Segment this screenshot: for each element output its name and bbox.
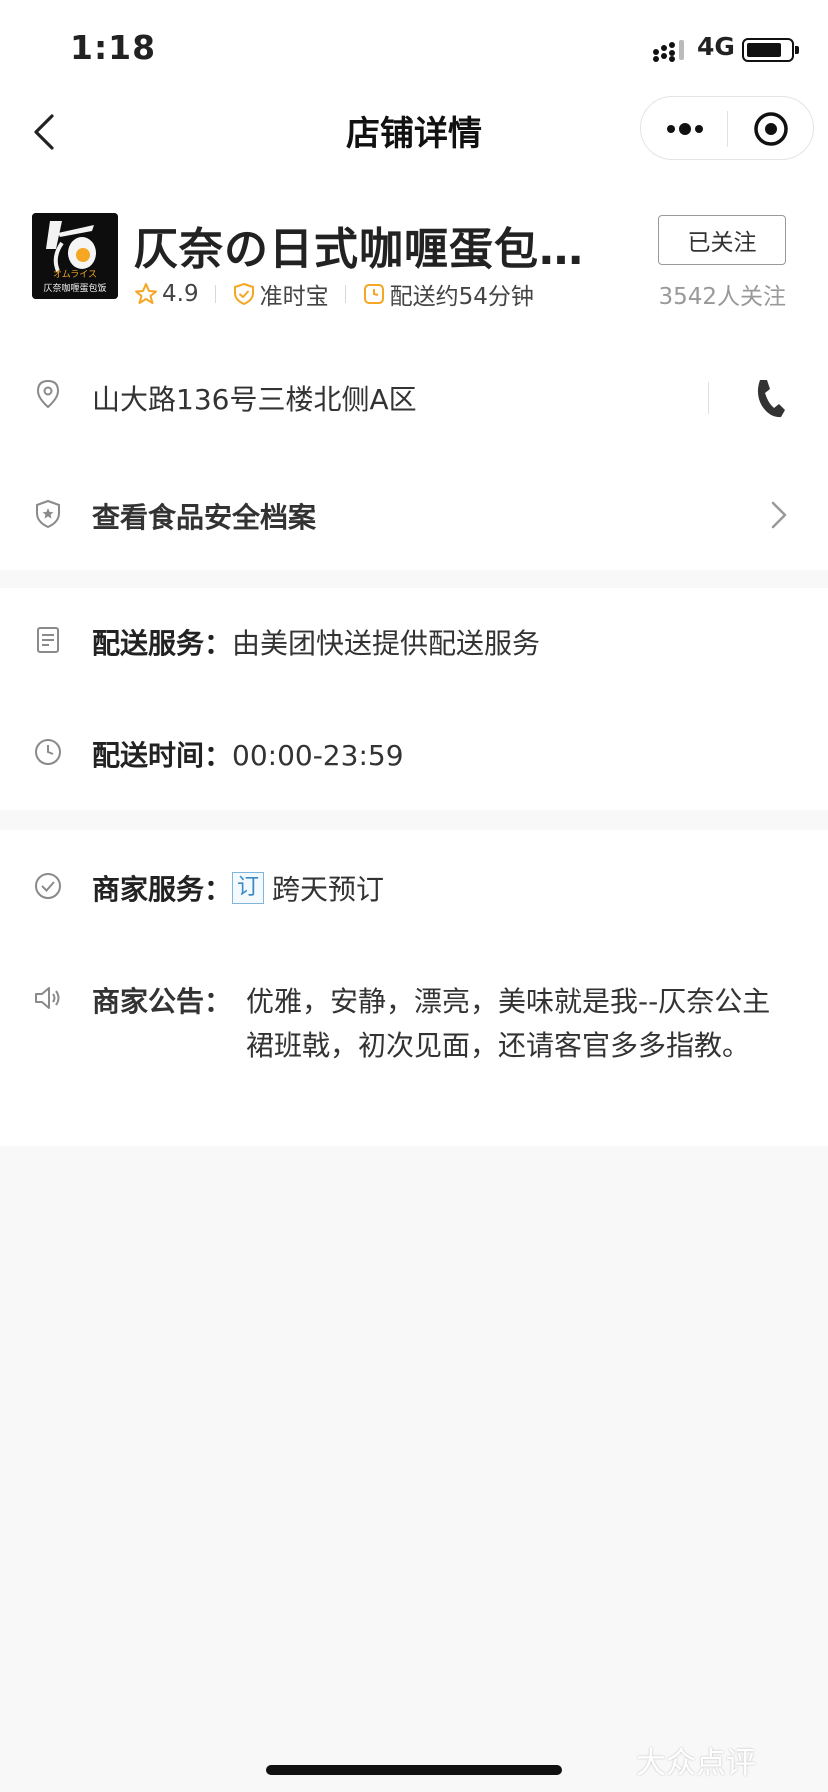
- notice-content: 优雅，安静，漂亮，美味就是我--仄奈公主裙班戟，初次见面，还请客官多多指教。: [246, 985, 771, 1062]
- follow-button[interactable]: 已关注: [658, 215, 786, 265]
- merchant-service-label: 商家服务：: [92, 873, 233, 906]
- delivery-time-value: 00:00-23:59: [232, 739, 404, 772]
- signal-icon: [653, 40, 684, 62]
- phone-icon[interactable]: [752, 376, 786, 420]
- delivery-time-row: 配送时间：00:00-23:59: [0, 726, 828, 786]
- star-icon: [135, 283, 157, 304]
- shop-header: オムライス 仄奈咖喱蛋包饭 仄奈の日式咖喱蛋包饭… 4.9 准时宝 配送约54分…: [0, 205, 828, 315]
- shield-star-icon: [36, 499, 60, 529]
- meta-divider: [344, 285, 346, 303]
- document-icon: [37, 627, 59, 653]
- merchant-section: 商家服务：订跨天预订 商家公告： 优雅，安静，漂亮，美味就是我--仄奈公主裙班戟…: [0, 830, 828, 1146]
- delivery-eta: 配送约54分钟: [389, 284, 534, 310]
- delivery-service-label: 配送服务：: [92, 627, 233, 660]
- network-type: 4G: [697, 32, 735, 61]
- status-bar: 1:18 4G: [0, 0, 828, 100]
- delivery-service-row: 配送服务：由美团快送提供配送服务: [0, 614, 828, 674]
- delivery-time-label: 配送时间：: [92, 739, 233, 772]
- mini-program-capsule: [640, 96, 814, 160]
- notice-label: 商家公告：: [92, 985, 233, 1018]
- watermark: 大众点评: [636, 1746, 756, 1781]
- battery-icon: [742, 38, 799, 62]
- merchant-service-value: 跨天预订: [272, 873, 385, 906]
- address-row[interactable]: 山大路136号三楼北侧A区: [0, 360, 828, 440]
- close-target-icon[interactable]: [753, 111, 789, 147]
- merchant-notice-row: 商家公告： 优雅，安静，漂亮，美味就是我--仄奈公主裙班戟，初次见面，还请客官多…: [0, 972, 828, 1112]
- shop-rating: 4.9: [162, 281, 199, 307]
- address-divider: [708, 382, 709, 414]
- logo-text: オムライス: [52, 270, 97, 280]
- booking-badge: 订: [232, 872, 265, 904]
- ontime-badge: 准时宝: [259, 284, 329, 310]
- food-safety-row[interactable]: 查看食品安全档案: [0, 480, 828, 550]
- clock-badge-icon: [363, 284, 384, 304]
- shield-check-icon: [233, 282, 254, 306]
- check-circle-icon: [35, 873, 61, 899]
- home-indicator[interactable]: [266, 1765, 562, 1775]
- follower-count: 3542人关注: [658, 284, 786, 310]
- chevron-right-icon: [771, 501, 787, 529]
- nav-bar: 店铺详情: [0, 90, 828, 170]
- status-time: 1:18: [70, 28, 157, 67]
- food-safety-label: 查看食品安全档案: [92, 501, 317, 534]
- delivery-service-value: 由美团快送提供配送服务: [232, 627, 541, 660]
- clock-icon: [35, 739, 61, 765]
- meta-divider: [214, 285, 216, 303]
- shop-meta: 4.9 准时宝 配送约54分钟: [134, 277, 534, 311]
- shop-logo: オムライス 仄奈咖喱蛋包饭: [32, 213, 118, 299]
- shop-name: 仄奈の日式咖喱蛋包饭…: [134, 224, 624, 275]
- capsule-divider: [727, 111, 728, 147]
- more-icon[interactable]: [665, 117, 705, 141]
- delivery-section: 配送服务：由美团快送提供配送服务 配送时间：00:00-23:59: [0, 588, 828, 810]
- address-text: 山大路136号三楼北侧A区: [92, 383, 417, 416]
- location-pin-icon: [36, 379, 60, 409]
- speaker-icon: [35, 987, 60, 1009]
- merchant-service-row: 商家服务：订跨天预订: [0, 860, 828, 920]
- logo-subtext: 仄奈咖喱蛋包饭: [43, 284, 107, 294]
